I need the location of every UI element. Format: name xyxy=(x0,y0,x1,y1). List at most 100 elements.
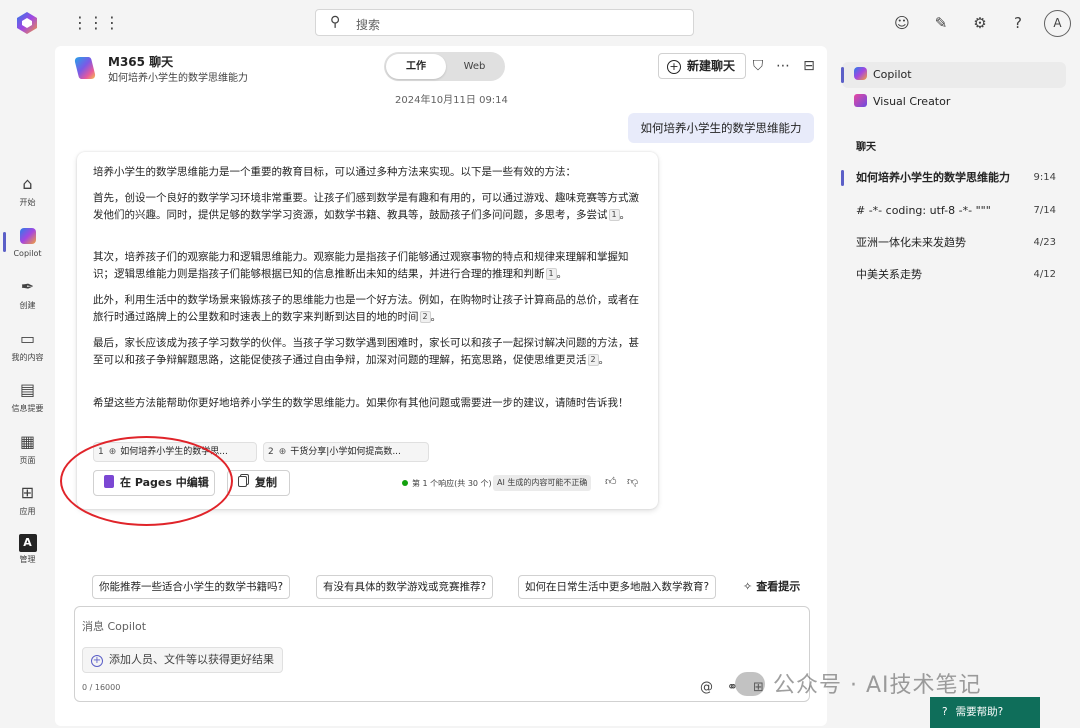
answer-paragraph: 首先，创设一个良好的数学学习环境非常重要。让孩子们感到数学是有趣和有用的，可以通… xyxy=(93,190,641,224)
copilot-icon xyxy=(17,225,39,247)
rail-label: Copilot xyxy=(13,249,42,258)
citation-marker[interactable]: 2 xyxy=(587,354,599,366)
composer-placeholder: 消息 Copilot xyxy=(82,620,147,633)
copilot-answer-card: 培养小学生的数学思维能力是一个重要的教育目标，可以通过多种方法来实现。以下是一些… xyxy=(77,152,658,509)
feed-icon: ▤ xyxy=(19,380,36,399)
plus-circle-icon: + xyxy=(91,655,103,667)
agent-label: Visual Creator xyxy=(873,95,951,108)
citation-marker[interactable]: 2 xyxy=(419,311,431,323)
user-avatar[interactable]: A xyxy=(1044,10,1071,37)
toggle-web[interactable]: Web xyxy=(446,54,503,79)
message-composer[interactable]: 消息 Copilot + 添加人员、文件等以获得更好结果 0 / 16000 @ … xyxy=(74,606,810,702)
rail-item-home[interactable]: ⌂ 开始 xyxy=(0,173,55,208)
rail-item-copilot[interactable]: Copilot xyxy=(0,225,55,258)
reference-number: 2 xyxy=(268,447,274,457)
ai-disclaimer-badge: AI 生成的内容可能不正确 xyxy=(493,475,592,491)
view-prompts-label: 查看提示 xyxy=(756,580,801,593)
settings-gear-icon[interactable]: ⚙ xyxy=(969,12,991,34)
search-box[interactable]: ⚲ 搜索 xyxy=(315,9,694,36)
suggestion-chip[interactable]: 你能推荐一些适合小学生的数学书籍吗? xyxy=(92,575,291,599)
agent-label: Copilot xyxy=(873,68,912,81)
need-help-label: 需要帮助? xyxy=(955,706,1004,718)
history-time: 7/14 xyxy=(1033,205,1056,216)
rail-label: 管理 xyxy=(19,555,36,564)
copy-icon xyxy=(238,476,247,487)
answer-paragraph: 其次，培养孩子们的观察能力和逻辑思维能力。观察能力是指孩子们能够通过观察事物的特… xyxy=(93,249,641,283)
globe-icon: ⊕ xyxy=(108,447,117,457)
admin-icon: A xyxy=(18,534,37,552)
selected-indicator xyxy=(841,67,844,83)
copilot-icon xyxy=(854,67,867,80)
chat-history-item[interactable]: 亚洲一体化未来发趋势 4/23 xyxy=(842,228,1064,258)
answer-text: 此外，利用生活中的数学场景来锻炼孩子的思维能力也是一个好方法。例如，在购物时让孩… xyxy=(93,294,639,323)
rail-item-my-content[interactable]: ▭ 我的内容 xyxy=(0,328,55,363)
help-question-icon[interactable]: ? xyxy=(1007,12,1029,34)
home-icon: ⌂ xyxy=(22,174,33,193)
copilot-chat-logo-icon xyxy=(74,57,96,79)
status-dot-icon xyxy=(402,480,408,486)
watermark-text: 公众号 · AI技术笔记 xyxy=(773,673,982,698)
rail-item-create[interactable]: ✒ 创建 xyxy=(0,276,55,311)
suggestion-chip[interactable]: 如何在日常生活中更多地融入数学教育? xyxy=(518,575,717,599)
answer-paragraph: 希望这些方法能帮助你更好地培养小学生的数学思维能力。如果你有其他问题或需要进一步… xyxy=(93,397,629,409)
chat-title: M365 聊天 xyxy=(108,55,174,69)
app-launcher-icon[interactable]: ⋮⋮⋮ xyxy=(72,12,120,34)
more-options-icon[interactable]: ⋯ xyxy=(773,56,793,76)
reference-chip[interactable]: 2 ⊕ 干货分享|小学如何提高数... xyxy=(263,442,429,462)
notes-icon[interactable]: ✎ xyxy=(930,12,952,34)
copy-label: 复制 xyxy=(255,476,277,489)
smiley-feedback-icon[interactable]: ☺ xyxy=(891,12,913,34)
folder-icon: ▭ xyxy=(19,329,36,348)
thumbs-up-icon[interactable]: 👍︎ xyxy=(605,475,617,488)
chat-history-item[interactable]: 如何培养小学生的数学思维能力 9:14 xyxy=(842,163,1064,193)
help-icon: ? xyxy=(942,706,948,718)
toggle-work[interactable]: 工作 xyxy=(386,54,446,79)
history-title: 亚洲一体化未来发趋势 xyxy=(856,236,966,249)
rail-item-pages[interactable]: ▦ 页面 xyxy=(0,431,55,466)
pen-icon: ✒ xyxy=(20,277,35,296)
shield-icon[interactable]: ⛉ xyxy=(748,56,768,76)
answer-paragraph: 培养小学生的数学思维能力是一个重要的教育目标，可以通过多种方法来实现。以下是一些… xyxy=(93,166,576,178)
rail-label: 开始 xyxy=(19,198,36,207)
citation-marker[interactable]: 1 xyxy=(545,268,557,280)
character-count: 0 / 16000 xyxy=(82,683,121,692)
top-bar: ⋮⋮⋮ ⚲ 搜索 ☺ ✎ ⚙ ? A xyxy=(0,0,1080,46)
response-counter: 第 1 个响应(共 30 个) xyxy=(402,478,492,489)
view-prompts-button[interactable]: ✧ 查看提示 xyxy=(743,578,800,594)
mention-icon[interactable]: @ xyxy=(700,680,713,695)
apps-icon: ⊞ xyxy=(20,483,35,502)
response-meta-text: 第 1 个响应(共 30 个) xyxy=(412,479,492,488)
new-chat-button[interactable]: + 新建聊天 xyxy=(658,53,746,79)
chat-date: 2024年10月11日 09:14 xyxy=(395,95,508,106)
add-context-button[interactable]: + 添加人员、文件等以获得更好结果 xyxy=(82,647,283,673)
need-help-button[interactable]: ? 需要帮助? xyxy=(930,697,1040,728)
rail-label: 信息提要 xyxy=(11,404,44,413)
suggestion-chip[interactable]: 有没有具体的数学游戏或竞赛推荐? xyxy=(316,575,494,599)
edit-in-pages-button[interactable]: 在 Pages 中编辑 xyxy=(93,470,215,496)
add-context-label: 添加人员、文件等以获得更好结果 xyxy=(109,653,274,666)
wechat-icon xyxy=(735,672,765,696)
history-time: 4/23 xyxy=(1033,237,1056,248)
chat-history-item[interactable]: # -*- coding: utf-8 -*- """ 7/14 xyxy=(842,196,1064,226)
rail-item-feed[interactable]: ▤ 信息提要 xyxy=(0,379,55,414)
chat-history-item[interactable]: 中美关系走势 4/12 xyxy=(842,260,1064,290)
side-panel-icon[interactable]: ⊟ xyxy=(799,56,819,76)
plus-circle-icon: + xyxy=(667,60,681,74)
reference-number: 1 xyxy=(98,447,104,457)
work-web-toggle[interactable]: 工作 Web xyxy=(384,52,505,81)
rail-label: 创建 xyxy=(19,301,36,310)
citation-marker[interactable]: 1 xyxy=(608,209,620,221)
m365-logo-icon[interactable] xyxy=(14,10,40,36)
agent-visual-creator[interactable]: Visual Creator xyxy=(842,89,1066,115)
rail-item-apps[interactable]: ⊞ 应用 xyxy=(0,482,55,517)
rail-item-admin[interactable]: A 管理 xyxy=(0,534,55,565)
edit-in-pages-label: 在 Pages 中编辑 xyxy=(120,476,209,489)
punctuation: 。 xyxy=(619,209,631,221)
copy-button[interactable]: 复制 xyxy=(227,470,290,496)
agent-copilot[interactable]: Copilot xyxy=(842,62,1066,88)
reference-chip[interactable]: 1 ⊕ 如何培养小学生的数学思... xyxy=(93,442,257,462)
history-time: 4/12 xyxy=(1033,269,1056,280)
rail-label: 应用 xyxy=(19,507,36,516)
new-chat-label: 新建聊天 xyxy=(687,59,736,73)
thumbs-down-icon[interactable]: 👎︎ xyxy=(627,475,638,488)
